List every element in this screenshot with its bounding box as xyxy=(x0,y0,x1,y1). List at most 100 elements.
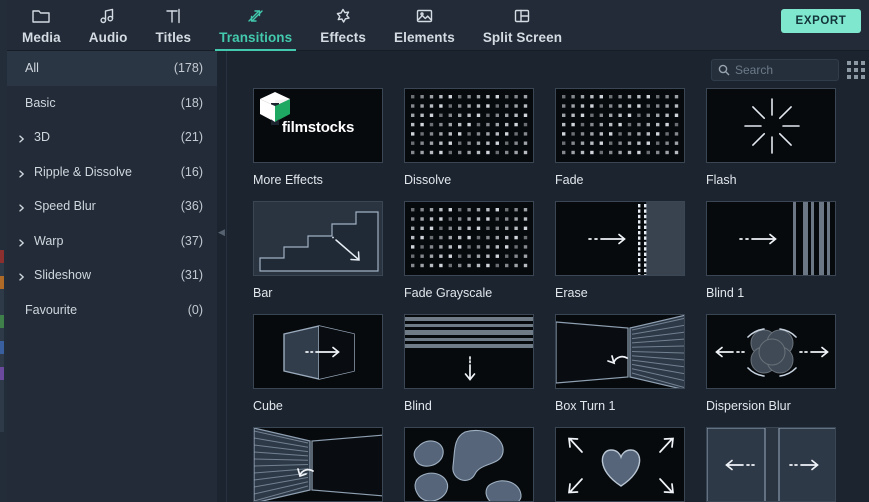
sidebar-item-count: (31) xyxy=(181,268,203,282)
tab-label: Audio xyxy=(89,30,128,45)
transition-item[interactable]: Dispersion Blur xyxy=(706,314,857,427)
export-button[interactable]: EXPORT xyxy=(781,9,861,33)
transition-thumbnail[interactable] xyxy=(253,201,383,276)
color-swatch xyxy=(0,328,4,341)
tab-titles[interactable]: Titles xyxy=(142,0,206,51)
color-swatch xyxy=(0,341,4,354)
tab-elements[interactable]: Elements xyxy=(380,0,469,51)
tab-audio[interactable]: Audio xyxy=(75,0,142,51)
transition-item[interactable]: Blind xyxy=(404,314,555,427)
sidebar-item-label: 3D xyxy=(34,130,181,144)
folder-icon xyxy=(31,5,51,27)
grid-view-icon[interactable] xyxy=(846,61,866,79)
transition-thumbnail[interactable] xyxy=(253,314,383,389)
transition-label: Blind 1 xyxy=(706,286,857,300)
split-screen-icon xyxy=(513,5,531,27)
sidebar-item-basic[interactable]: Basic(18) xyxy=(7,86,217,121)
sparkle-star-icon xyxy=(334,5,352,27)
sidebar-item-count: (36) xyxy=(181,199,203,213)
sidebar-item-3d[interactable]: 3D(21) xyxy=(7,120,217,155)
transition-thumbnail[interactable] xyxy=(706,88,836,163)
color-swatch xyxy=(0,276,4,289)
transition-item[interactable]: filmstocksMore Effects xyxy=(253,88,404,201)
color-swatch xyxy=(0,380,4,393)
category-sidebar: All(178)Basic(18) 3D(21) Ripple & Dissol… xyxy=(7,51,217,502)
tab-effects[interactable]: Effects xyxy=(306,0,380,51)
transition-thumbnail[interactable] xyxy=(706,314,836,389)
tab-media[interactable]: Media xyxy=(8,0,75,51)
transition-thumbnail[interactable] xyxy=(404,88,534,163)
transition-thumbnail[interactable] xyxy=(404,427,534,502)
transition-item[interactable] xyxy=(706,427,857,502)
toolbar-tabs: Media Audio Titles TransitionsEffectsElemen… xyxy=(8,0,576,51)
transition-thumbnail[interactable] xyxy=(706,427,836,502)
transition-thumbnail[interactable] xyxy=(555,314,685,389)
transition-label: Erase xyxy=(555,286,706,300)
transition-label: Dissolve xyxy=(404,173,555,187)
transition-thumbnail[interactable] xyxy=(404,314,534,389)
sidebar-item-label: Ripple & Dissolve xyxy=(34,165,181,179)
sidebar-item-all[interactable]: All(178) xyxy=(7,51,217,86)
panel-divider xyxy=(217,51,226,502)
transition-label: Bar xyxy=(253,286,404,300)
chevron-right-icon xyxy=(17,236,26,245)
transition-item[interactable]: Cube xyxy=(253,314,404,427)
sidebar-item-label: All xyxy=(25,61,174,75)
sidebar-item-label: Favourite xyxy=(25,303,188,317)
transition-item[interactable]: Fade Grayscale xyxy=(404,201,555,314)
transition-item[interactable]: Blind 1 xyxy=(706,201,857,314)
color-swatch xyxy=(0,393,4,406)
sidebar-item-count: (16) xyxy=(181,165,203,179)
transition-item[interactable] xyxy=(555,427,706,502)
tab-split-screen[interactable]: Split Screen xyxy=(469,0,576,51)
transition-item[interactable]: Box Turn 1 xyxy=(555,314,706,427)
transition-thumbnail[interactable] xyxy=(706,201,836,276)
color-swatch xyxy=(0,354,4,367)
search-box[interactable] xyxy=(711,59,839,81)
transitions-icon xyxy=(246,5,266,27)
sidebar-item-favourite[interactable]: Favourite(0) xyxy=(7,293,217,328)
color-swatch xyxy=(0,406,4,419)
tab-label: Titles xyxy=(156,30,192,45)
chevron-right-icon xyxy=(17,271,26,280)
transition-thumbnail[interactable] xyxy=(253,427,383,502)
color-swatch xyxy=(0,302,4,315)
color-swatch xyxy=(0,315,4,328)
transition-thumbnail[interactable] xyxy=(555,201,685,276)
transition-item[interactable]: Fade xyxy=(555,88,706,201)
color-swatch xyxy=(0,419,4,432)
sidebar-item-warp[interactable]: Warp(37) xyxy=(7,224,217,259)
sidebar-item-label: Warp xyxy=(34,234,181,248)
transition-item[interactable]: Flash xyxy=(706,88,857,201)
chevron-right-icon xyxy=(17,167,26,176)
transition-item[interactable]: Bar xyxy=(253,201,404,314)
sidebar-item-count: (0) xyxy=(188,303,203,317)
tab-transitions[interactable]: Transitions xyxy=(205,0,306,51)
content-header xyxy=(227,51,869,88)
sidebar-item-speed-blur[interactable]: Speed Blur(36) xyxy=(7,189,217,224)
sidebar-item-ripple-dissolve[interactable]: Ripple & Dissolve(16) xyxy=(7,155,217,190)
transition-thumbnail[interactable]: filmstocks xyxy=(253,88,383,163)
sidebar-item-label: Slideshow xyxy=(34,268,181,282)
transition-item[interactable] xyxy=(404,427,555,502)
transition-item[interactable] xyxy=(253,427,404,502)
tab-label: Split Screen xyxy=(483,30,562,45)
sidebar-item-label: Speed Blur xyxy=(34,199,181,213)
adjacent-panel-edge xyxy=(0,0,7,502)
transition-thumbnail[interactable] xyxy=(404,201,534,276)
transition-label: Cube xyxy=(253,399,404,413)
transition-label: Fade xyxy=(555,173,706,187)
image-icon xyxy=(415,5,434,27)
transition-item[interactable]: Erase xyxy=(555,201,706,314)
transition-label: Blind xyxy=(404,399,555,413)
sidebar-item-count: (178) xyxy=(174,61,203,75)
music-note-icon xyxy=(99,5,117,27)
transition-thumbnail[interactable] xyxy=(555,88,685,163)
active-tab-underline xyxy=(215,49,296,52)
transition-item[interactable]: Dissolve xyxy=(404,88,555,201)
sidebar-collapse-handle[interactable]: ◀ xyxy=(217,222,226,242)
top-toolbar: Media Audio Titles TransitionsEffectsElemen… xyxy=(0,0,869,51)
sidebar-item-slideshow[interactable]: Slideshow(31) xyxy=(7,258,217,293)
sidebar-item-count: (37) xyxy=(181,234,203,248)
transition-thumbnail[interactable] xyxy=(555,427,685,502)
